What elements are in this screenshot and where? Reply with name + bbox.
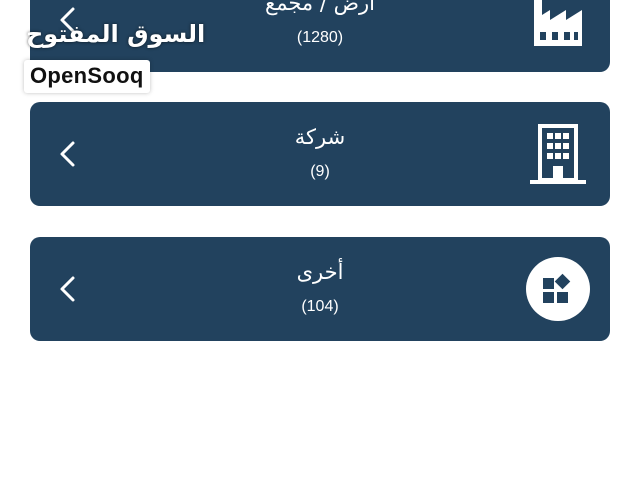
category-count: (9) bbox=[310, 163, 330, 180]
widgets-icon bbox=[526, 257, 590, 321]
category-card-other[interactable]: أخرى (104) bbox=[30, 237, 610, 341]
logo-english-text: OpenSooq bbox=[30, 63, 144, 88]
category-title: أرض / مجمع bbox=[265, 0, 375, 15]
logo-english-box: OpenSooq bbox=[24, 60, 150, 93]
category-title: أخرى bbox=[296, 260, 344, 284]
logo-arabic-text: السوق المفتوح bbox=[26, 20, 206, 48]
category-card-company[interactable]: شركة (9) bbox=[30, 102, 610, 206]
category-list-page: أرض / مجمع (1280) شركة (9) أخرى (104) ال… bbox=[0, 0, 640, 480]
factory-icon bbox=[526, 0, 590, 52]
category-title: شركة bbox=[294, 125, 346, 149]
office-building-icon bbox=[526, 122, 590, 186]
opensooq-logo: السوق المفتوح OpenSooq bbox=[22, 20, 205, 100]
category-count: (104) bbox=[301, 298, 339, 315]
